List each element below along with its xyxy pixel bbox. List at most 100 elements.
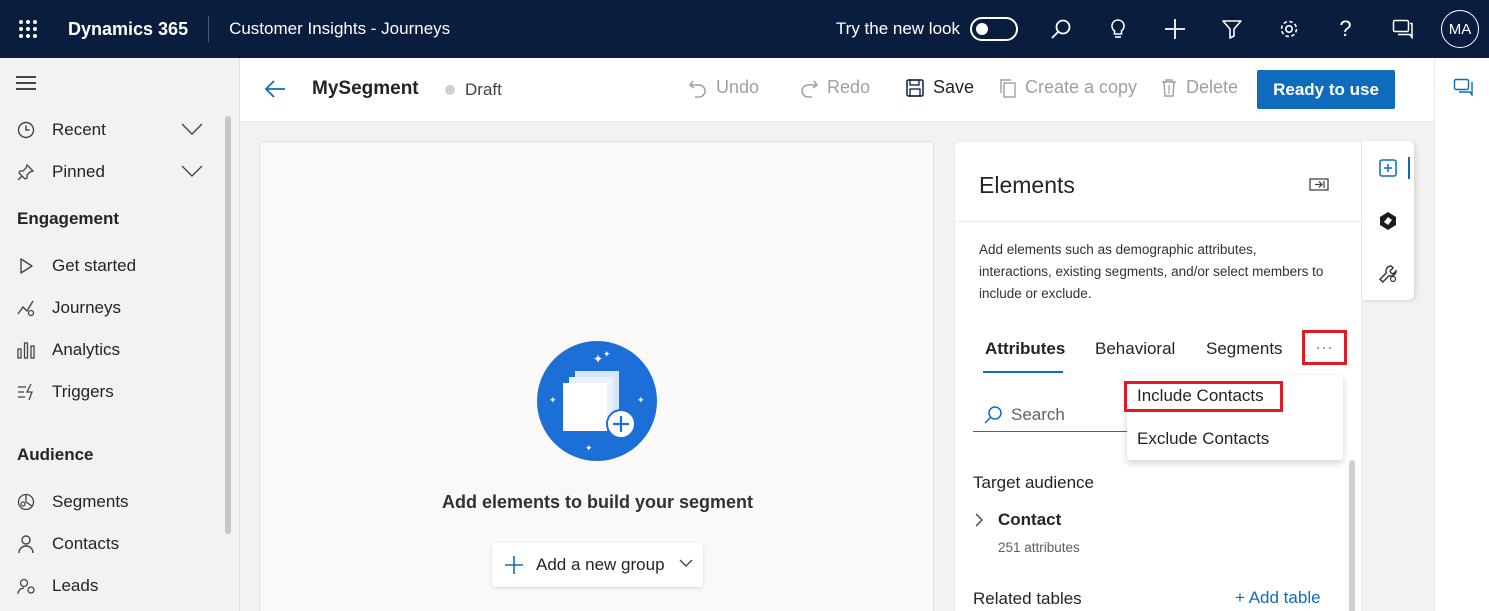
svg-text:✦: ✦ xyxy=(593,352,603,366)
add-group-label: Add a new group xyxy=(536,555,665,574)
person-icon xyxy=(0,534,52,554)
collapse-panel-icon[interactable] xyxy=(1309,178,1329,197)
tab-segments[interactable]: Segments xyxy=(1206,339,1283,359)
lightbulb-icon[interactable] xyxy=(1089,0,1146,58)
svg-text:✦: ✦ xyxy=(549,396,557,406)
nav-item-recent[interactable]: Recent xyxy=(0,110,225,150)
nav-scrollbar[interactable] xyxy=(225,116,231,534)
nav-item-label: Analytics xyxy=(52,340,121,359)
back-arrow-icon[interactable] xyxy=(264,78,286,105)
chevron-right-icon xyxy=(975,513,983,527)
new-look-toggle[interactable] xyxy=(970,17,1018,41)
feedback-icon[interactable] xyxy=(1374,0,1431,58)
nav-item-contacts[interactable]: Contacts xyxy=(0,524,225,564)
journeys-icon xyxy=(0,298,52,318)
create-copy-button[interactable]: Create a copy xyxy=(999,77,1137,98)
nav-item-label: Get started xyxy=(52,256,137,275)
nav-item-analytics[interactable]: Analytics xyxy=(0,330,225,370)
add-table-link[interactable]: + Add table xyxy=(1235,588,1321,608)
nav-item-leads[interactable]: Leads xyxy=(0,566,225,606)
undo-icon xyxy=(688,80,706,98)
nav-item-triggers[interactable]: Triggers xyxy=(0,372,225,412)
nav-item-get-started[interactable]: Get started xyxy=(0,246,225,286)
command-bar: MySegment Draft Undo Redo Save Create a … xyxy=(240,58,1434,122)
redo-button[interactable]: Redo xyxy=(799,77,870,98)
analytics-icon xyxy=(0,340,52,360)
search-input[interactable]: Search xyxy=(973,398,1138,432)
redo-label: Redo xyxy=(827,77,871,97)
nav-item-label: Leads xyxy=(52,576,99,595)
menu-item-include-contacts[interactable]: Include Contacts xyxy=(1124,381,1283,412)
help-icon[interactable]: ? xyxy=(1317,0,1374,58)
related-tables-label: Related tables xyxy=(973,589,1082,608)
nav-item-label: Journeys xyxy=(52,298,121,317)
top-bar: Dynamics 365 Customer Insights - Journey… xyxy=(0,0,1489,58)
more-tabs-button[interactable]: ··· xyxy=(1302,330,1347,365)
panel-description: Add elements such as demographic attribu… xyxy=(979,242,1324,301)
panel-title: Elements xyxy=(979,172,1075,198)
panel-scrollbar[interactable] xyxy=(1349,460,1355,611)
active-tab-indicator xyxy=(983,371,1063,373)
plus-icon[interactable] xyxy=(1146,0,1203,58)
panel-toolbox xyxy=(1362,141,1414,300)
tab-attributes[interactable]: Attributes xyxy=(985,339,1065,359)
nav-item-pinned[interactable]: Pinned xyxy=(0,152,225,192)
tools-icon[interactable] xyxy=(1375,261,1401,287)
nav-section-audience: Audience xyxy=(17,445,94,464)
try-new-look-label: Try the new look xyxy=(835,19,960,38)
contact-attribute-count: 251 attributes xyxy=(998,540,1080,555)
filter-icon[interactable] xyxy=(1203,0,1260,58)
app-launcher-icon[interactable] xyxy=(0,0,56,58)
search-icon xyxy=(984,405,1002,424)
save-label: Save xyxy=(933,77,975,97)
nav-item-label: Recent xyxy=(52,120,106,139)
add-new-group-button[interactable]: Add a new group xyxy=(492,543,703,587)
ready-to-use-button[interactable]: Ready to use xyxy=(1257,70,1395,109)
settings-icon[interactable] xyxy=(1260,0,1317,58)
segment-name: MySegment xyxy=(312,78,419,99)
copilot-icon[interactable] xyxy=(1375,208,1401,234)
pin-icon xyxy=(0,163,52,181)
hamburger-menu-icon[interactable] xyxy=(16,76,36,94)
nav-item-label: Segments xyxy=(52,492,129,511)
brand-name[interactable]: Dynamics 365 xyxy=(68,16,210,42)
status-label: Draft xyxy=(465,80,502,99)
nav-item-segments[interactable]: Segments xyxy=(0,482,225,522)
save-icon xyxy=(906,78,924,97)
tab-behavioral[interactable]: Behavioral xyxy=(1095,339,1175,359)
chevron-down-icon[interactable] xyxy=(181,164,203,178)
nav-item-journeys[interactable]: Journeys xyxy=(0,288,225,328)
panel-divider xyxy=(955,221,1363,222)
right-rail xyxy=(1434,58,1489,611)
segment-canvas: ✦ ✦ ✦ ✦ ✦ Add elements to build your seg… xyxy=(259,141,934,611)
save-button[interactable]: Save xyxy=(905,77,974,98)
search-icon[interactable] xyxy=(1032,0,1089,58)
triggers-icon xyxy=(0,382,52,402)
elements-icon[interactable] xyxy=(1375,155,1401,181)
nav-item-label: Triggers xyxy=(52,382,114,401)
svg-text:✦: ✦ xyxy=(585,444,593,454)
target-audience-label: Target audience xyxy=(973,473,1094,492)
empty-canvas-message: Add elements to build your segment xyxy=(441,492,754,512)
segments-icon xyxy=(0,492,52,512)
status-dot xyxy=(445,85,455,95)
copilot-chat-icon[interactable] xyxy=(1453,78,1473,101)
avatar[interactable]: MA xyxy=(1441,10,1479,48)
play-icon xyxy=(0,257,52,275)
menu-item-exclude-contacts[interactable]: Exclude Contacts xyxy=(1137,429,1269,449)
undo-button[interactable]: Undo xyxy=(688,77,759,98)
redo-icon xyxy=(801,80,819,98)
svg-text:✦: ✦ xyxy=(637,396,645,406)
app-title[interactable]: Customer Insights - Journeys xyxy=(229,19,450,39)
contact-entity-row[interactable]: Contact xyxy=(975,510,1061,530)
clock-icon xyxy=(0,121,52,139)
chevron-down-icon[interactable] xyxy=(181,122,203,136)
delete-button[interactable]: Delete xyxy=(1160,77,1238,98)
left-navigation: Recent Pinned Engagement Get started Jou… xyxy=(0,58,240,611)
active-tool-indicator xyxy=(1408,157,1410,179)
add-elements-illustration: ✦ ✦ ✦ ✦ ✦ xyxy=(537,341,657,461)
top-bar-actions: Try the new look ? MA xyxy=(836,0,1489,58)
copy-icon xyxy=(1000,78,1016,98)
undo-label: Undo xyxy=(716,77,760,97)
svg-text:✦: ✦ xyxy=(603,350,611,360)
